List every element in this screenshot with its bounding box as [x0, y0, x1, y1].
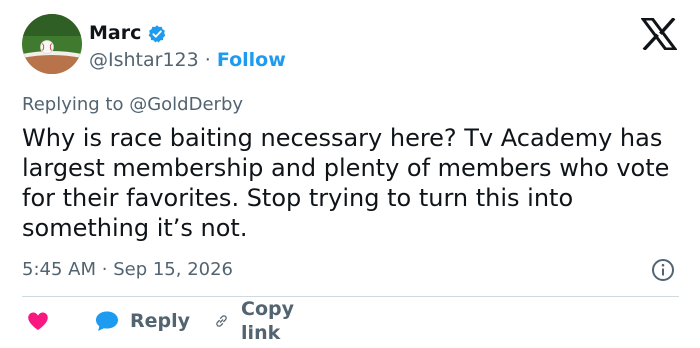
replying-to-line: Replying to @GoldDerby [22, 93, 243, 117]
follow-button[interactable]: Follow [217, 49, 286, 71]
verified-badge-icon [148, 25, 166, 43]
info-icon[interactable] [651, 258, 675, 282]
reply-label: Reply [130, 310, 191, 332]
reply-button[interactable]: Reply [94, 305, 190, 337]
avatar[interactable] [22, 14, 82, 74]
tweet-time: 5:45 AM [22, 259, 96, 280]
x-logo-icon[interactable] [641, 18, 677, 50]
tweet-text: Why is race baiting necessary here? Tv A… [22, 124, 670, 242]
tweet-timestamp[interactable]: 5:45 AM · Sep 15, 2026 [22, 258, 233, 282]
author-display-name[interactable]: Marc [89, 21, 141, 45]
link-icon [216, 315, 227, 327]
replying-to-mention[interactable]: @GoldDerby [129, 94, 243, 115]
heart-icon [28, 312, 48, 330]
author-handle-row: @Ishtar123 · Follow [89, 48, 286, 72]
tweet-date: Sep 15, 2026 [113, 259, 234, 280]
actions-divider [22, 296, 679, 297]
replying-to-prefix: Replying to [22, 94, 124, 115]
handle-separator: · [204, 49, 211, 71]
copy-link-label: Copy link [241, 298, 295, 344]
tweet-card: Marc @Ishtar123 · Follow Replying to @Go… [0, 0, 700, 348]
author-handle[interactable]: @Ishtar123 [89, 49, 199, 71]
like-button[interactable] [26, 305, 50, 337]
speech-bubble-icon [96, 311, 118, 331]
timestamp-separator: · [101, 259, 108, 280]
baseball-on-field-avatar [22, 14, 82, 74]
copy-link-button[interactable]: Copy link [214, 298, 303, 344]
